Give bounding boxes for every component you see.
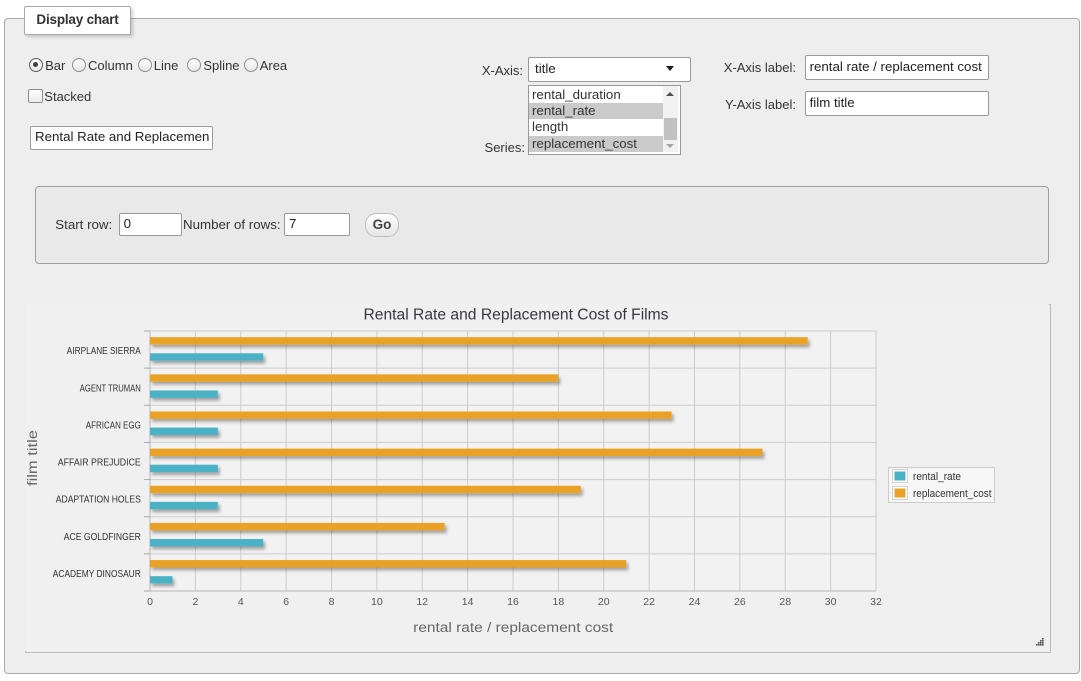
svg-text:0: 0: [147, 596, 153, 608]
svg-text:ADAPTATION HOLES: ADAPTATION HOLES: [56, 495, 141, 506]
svg-text:26: 26: [734, 596, 746, 608]
svg-text:AIRPLANE SIERRA: AIRPLANE SIERRA: [67, 346, 141, 357]
svg-text:AFRICAN EGG: AFRICAN EGG: [86, 420, 141, 431]
svg-text:AFFAIR PREJUDICE: AFFAIR PREJUDICE: [58, 458, 141, 469]
svg-text:14: 14: [462, 596, 474, 608]
svg-text:replacement_cost: replacement_cost: [913, 488, 992, 500]
svg-text:2: 2: [192, 596, 198, 608]
svg-text:30: 30: [825, 596, 837, 608]
svg-text:8: 8: [329, 596, 335, 608]
svg-text:Rental Rate and Replacement Co: Rental Rate and Replacement Cost of Film…: [364, 307, 669, 324]
svg-text:film title: film title: [25, 430, 40, 486]
svg-text:rental rate / replacement cost: rental rate / replacement cost: [413, 620, 613, 635]
svg-text:ACE GOLDFINGER: ACE GOLDFINGER: [64, 532, 141, 543]
svg-text:18: 18: [553, 596, 565, 608]
svg-text:rental_rate: rental_rate: [913, 471, 961, 483]
svg-text:16: 16: [507, 596, 519, 608]
svg-text:10: 10: [371, 596, 383, 608]
svg-text:32: 32: [870, 596, 882, 608]
svg-text:6: 6: [283, 596, 289, 608]
svg-text:20: 20: [598, 596, 610, 608]
svg-text:12: 12: [416, 596, 428, 608]
svg-text:28: 28: [779, 596, 791, 608]
svg-text:24: 24: [689, 596, 701, 608]
svg-text:22: 22: [643, 596, 655, 608]
svg-text:ACADEMY DINOSAUR: ACADEMY DINOSAUR: [53, 569, 141, 580]
svg-text:4: 4: [238, 596, 244, 608]
svg-text:AGENT TRUMAN: AGENT TRUMAN: [80, 383, 141, 394]
